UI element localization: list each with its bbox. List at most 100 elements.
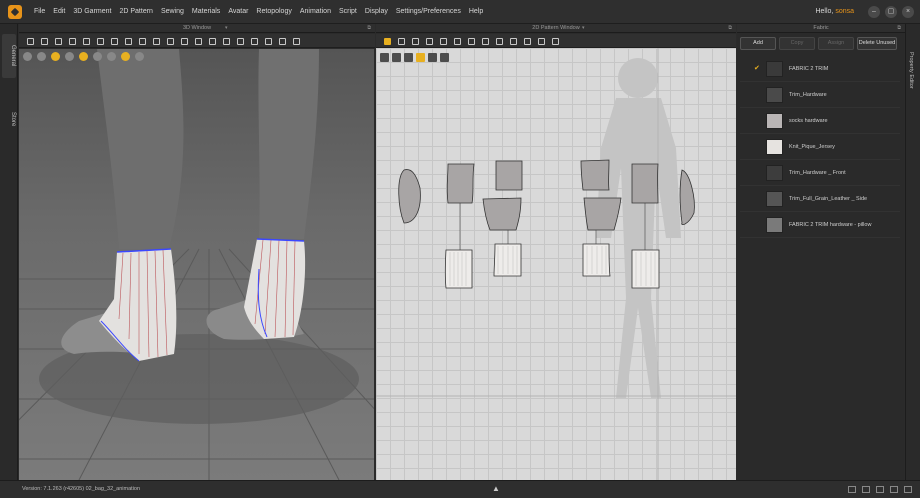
menu-script[interactable]: Script: [339, 8, 357, 15]
pin-icon[interactable]: [109, 37, 118, 45]
user-greeting[interactable]: Hello, sonsa: [815, 8, 854, 15]
fabric-item[interactable]: Trim_Hardware _ Front: [740, 160, 900, 186]
copy-fabric-button[interactable]: Copy: [779, 37, 815, 50]
pattern-piece-9[interactable]: [583, 197, 622, 231]
polygon-icon[interactable]: [424, 37, 433, 45]
edit-point-icon[interactable]: [396, 37, 405, 45]
layout-icon-5[interactable]: [904, 486, 912, 493]
assign-fabric-button[interactable]: Assign: [818, 37, 854, 50]
add-fabric-button[interactable]: Add: [740, 37, 776, 50]
menu-sewing[interactable]: Sewing: [161, 8, 184, 15]
display-skin-icon[interactable]: [107, 51, 116, 61]
pattern-piece-10[interactable]: [679, 169, 695, 225]
pattern-piece-7[interactable]: [580, 159, 610, 191]
fit-icon[interactable]: [193, 37, 202, 45]
menu-file[interactable]: File: [34, 8, 45, 15]
transform-2d-icon[interactable]: [382, 37, 391, 45]
texture-icon[interactable]: [207, 37, 216, 45]
simulation-icon[interactable]: [179, 37, 188, 45]
fold-arrangement-icon[interactable]: [67, 37, 76, 45]
select-move-icon[interactable]: [25, 37, 34, 45]
view2d-avatar-icon[interactable]: [428, 53, 437, 62]
minimize-icon[interactable]: –: [868, 6, 880, 18]
view2d-undock-icon[interactable]: ⧉: [728, 24, 732, 33]
menu-help[interactable]: Help: [469, 8, 483, 15]
display-light-icon[interactable]: [121, 51, 130, 61]
view3d-menu-icon[interactable]: ▾: [225, 24, 228, 33]
segment-sewing-icon[interactable]: [466, 37, 475, 45]
display-avatar-icon[interactable]: [23, 51, 32, 61]
grading-icon[interactable]: [536, 37, 545, 45]
layout-icon-3[interactable]: [876, 486, 884, 493]
garment-icon[interactable]: [550, 37, 559, 45]
transform-pattern-icon[interactable]: [53, 37, 62, 45]
fabric-item[interactable]: ✔ FABRIC 2 TRIM: [740, 56, 900, 82]
measure-icon[interactable]: [123, 37, 132, 45]
view3d-undock-icon[interactable]: ⧉: [367, 24, 371, 33]
layout-icon-1[interactable]: [848, 486, 856, 493]
internal-line-icon[interactable]: [438, 37, 447, 45]
dart-icon[interactable]: [452, 37, 461, 45]
restore-icon[interactable]: ▢: [885, 6, 897, 18]
pattern-piece-2[interactable]: [446, 163, 475, 204]
pattern-piece-5[interactable]: [444, 249, 473, 289]
fabric-item[interactable]: Trim_Hardware: [740, 82, 900, 108]
layout-icon-2[interactable]: [862, 486, 870, 493]
avatar-measure-icon[interactable]: [151, 37, 160, 45]
display-camera-icon[interactable]: [135, 51, 144, 61]
display-texture-icon[interactable]: [51, 51, 60, 61]
zipper-icon[interactable]: [263, 37, 272, 45]
fabric-item[interactable]: socks hardware: [740, 108, 900, 134]
menu-edit[interactable]: Edit: [53, 8, 65, 15]
fabric-undock-icon[interactable]: ⧉: [897, 24, 901, 33]
tab-store[interactable]: Store: [2, 104, 16, 134]
display-arrangement-icon[interactable]: [79, 51, 88, 61]
view2d-seam-icon[interactable]: [404, 53, 413, 62]
select-mesh-icon[interactable]: [39, 37, 48, 45]
delete-unused-button[interactable]: Delete Unused: [857, 37, 897, 50]
pattern-piece-4[interactable]: [482, 197, 522, 231]
button-tool-icon[interactable]: [249, 37, 258, 45]
topstitch-icon[interactable]: [235, 37, 244, 45]
arrangement-point-icon[interactable]: [165, 37, 174, 45]
menu-settings[interactable]: Settings/Preferences: [396, 8, 461, 15]
tab-property-editor[interactable]: Property Editor: [908, 52, 914, 89]
view3d-viewport[interactable]: [19, 49, 374, 480]
view2d-texture-icon[interactable]: [392, 53, 401, 62]
view2d-menu-icon[interactable]: ▾: [582, 24, 585, 33]
menu-materials[interactable]: Materials: [192, 8, 220, 15]
pattern-piece-3[interactable]: [495, 160, 523, 191]
tack-icon[interactable]: [95, 37, 104, 45]
puckering-icon[interactable]: [277, 37, 286, 45]
avatar-pose-icon[interactable]: [291, 37, 300, 45]
menu-2d-pattern[interactable]: 2D Pattern: [119, 8, 152, 15]
tab-general[interactable]: General: [2, 34, 16, 78]
pattern-piece-1[interactable]: [398, 169, 421, 224]
graphic-icon[interactable]: [221, 37, 230, 45]
texture-2d-icon[interactable]: [522, 37, 531, 45]
fabric-item[interactable]: Knit_Pique_Jersey: [740, 134, 900, 160]
pleat-icon[interactable]: [508, 37, 517, 45]
check-sewing-icon[interactable]: [494, 37, 503, 45]
menu-animation[interactable]: Animation: [300, 8, 331, 15]
rectangle-icon[interactable]: [410, 37, 419, 45]
expand-panel-icon[interactable]: ▲: [492, 484, 500, 493]
view2d-pattern-icon[interactable]: [380, 53, 389, 62]
menu-retopology[interactable]: Retopology: [256, 8, 291, 15]
fabric-item[interactable]: FABRIC 2 TRIM hardware - pillow: [740, 212, 900, 238]
free-sewing-icon[interactable]: [480, 37, 489, 45]
menu-avatar[interactable]: Avatar: [228, 8, 248, 15]
display-stress-icon[interactable]: [93, 51, 102, 61]
fabric-item[interactable]: Trim_Full_Grain_Leather _ Side: [740, 186, 900, 212]
view2d-more-icon[interactable]: [440, 53, 449, 62]
view2d-grid-icon[interactable]: [416, 53, 425, 62]
display-garment-icon[interactable]: [37, 51, 46, 61]
close-icon[interactable]: ×: [902, 6, 914, 18]
app-logo-icon[interactable]: [8, 5, 22, 19]
layout-icon-4[interactable]: [890, 486, 898, 493]
pattern-piece-8[interactable]: [631, 163, 659, 204]
display-pins-icon[interactable]: [65, 51, 74, 61]
view2d-viewport[interactable]: [376, 48, 736, 480]
menu-display[interactable]: Display: [365, 8, 388, 15]
menu-3d-garment[interactable]: 3D Garment: [73, 8, 111, 15]
